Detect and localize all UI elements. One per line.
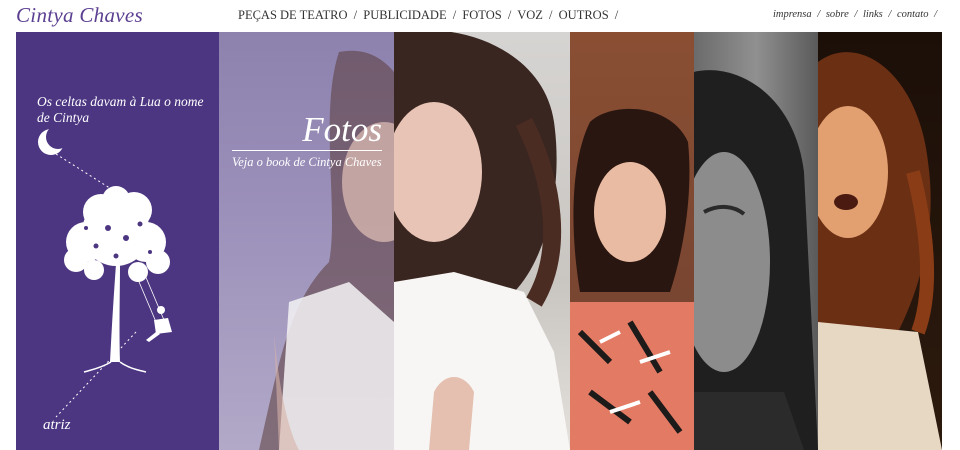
site-header: Cintya Chaves PEÇAS DE TEATRO / PUBLICID…: [0, 0, 960, 32]
portrait-photo: [818, 52, 942, 450]
crescent-moon-icon: [38, 125, 70, 155]
nav-separator: /: [549, 8, 553, 22]
secondary-nav: imprensa / sobre / links / contato /: [773, 9, 940, 20]
main-nav: PEÇAS DE TEATRO / PUBLICIDADE / FOTOS / …: [238, 8, 621, 23]
photo-strip-4[interactable]: [694, 32, 818, 450]
subnav-separator: /: [934, 9, 937, 20]
photo-strip-1[interactable]: [219, 32, 394, 450]
portrait-photo: [259, 50, 394, 450]
nav-item-publicidade[interactable]: PUBLICIDADE: [363, 8, 446, 22]
subnav-separator: /: [888, 9, 892, 20]
nav-separator: /: [353, 8, 358, 22]
nav-item-fotos[interactable]: FOTOS: [462, 8, 501, 22]
nav-separator: /: [614, 8, 619, 22]
hero-stage: Os celtas davam à Lua o nome de Cintya a…: [16, 32, 942, 450]
nav-item-voz[interactable]: VOZ: [517, 8, 543, 22]
subnav-item-contato[interactable]: contato: [897, 9, 929, 20]
photo-strip-3[interactable]: [570, 32, 694, 450]
nav-separator: /: [452, 8, 457, 22]
intro-footer-label: atriz: [43, 417, 71, 433]
photo-strip-2[interactable]: [394, 32, 570, 450]
tree-swing-illustration: [38, 125, 172, 418]
subnav-separator: /: [817, 9, 821, 20]
nav-separator: /: [507, 8, 512, 22]
feature-caption[interactable]: Fotos Veja o book de Cintya Chaves: [232, 112, 392, 170]
subnav-separator: /: [854, 9, 858, 20]
nav-item-pecas-de-teatro[interactable]: PEÇAS DE TEATRO: [238, 8, 348, 22]
portrait-photo: [570, 108, 694, 450]
portrait-photo: [694, 70, 818, 450]
subnav-item-imprensa[interactable]: imprensa: [773, 9, 812, 20]
feature-title[interactable]: Fotos: [232, 112, 392, 148]
subnav-item-links[interactable]: links: [863, 9, 883, 20]
brand-logo-link[interactable]: Cintya Chaves: [16, 3, 143, 28]
photo-strip-5[interactable]: [818, 32, 942, 450]
nav-item-outros[interactable]: OUTROS: [559, 8, 609, 22]
feature-divider: [232, 150, 382, 151]
subnav-item-sobre[interactable]: sobre: [826, 9, 849, 20]
intro-panel: Os celtas davam à Lua o nome de Cintya a…: [16, 32, 219, 450]
feature-subtitle[interactable]: Veja o book de Cintya Chaves: [232, 155, 392, 170]
portrait-photo: [394, 32, 570, 450]
